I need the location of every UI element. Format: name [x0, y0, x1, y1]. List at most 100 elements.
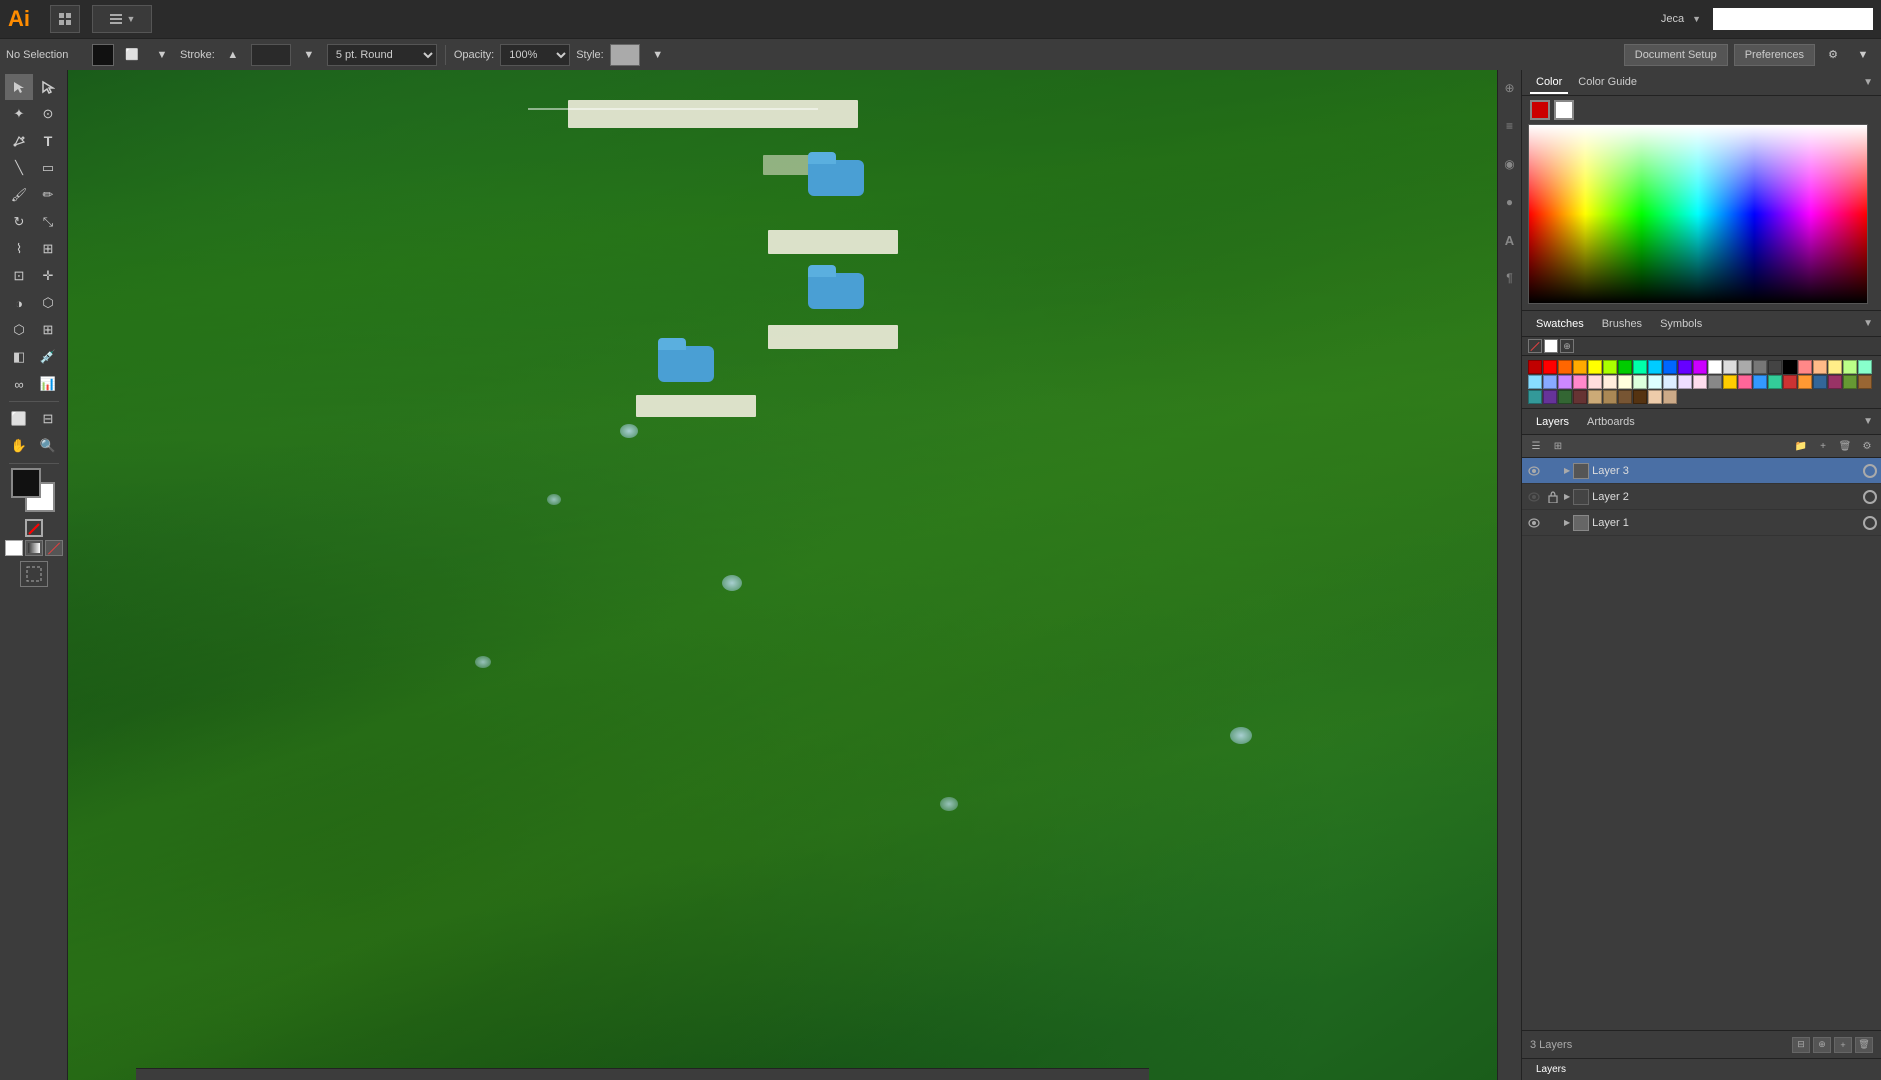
paintbrush-tool[interactable]: 🖌 — [5, 182, 33, 208]
type-tool[interactable]: T — [34, 128, 62, 154]
line-tool[interactable]: ╲ — [5, 155, 33, 181]
eyedropper-tool[interactable]: 💉 — [34, 344, 62, 370]
preferences-button[interactable]: Preferences — [1734, 44, 1815, 66]
swatch-item-37[interactable] — [1738, 375, 1752, 389]
color-guide-tab[interactable]: Color Guide — [1572, 72, 1643, 94]
layer-3-eye[interactable] — [1526, 463, 1542, 479]
swatch-item-26[interactable] — [1573, 375, 1587, 389]
width-tool[interactable]: ⊞ — [34, 236, 62, 262]
layers-new-layer-footer-btn[interactable]: + — [1834, 1037, 1852, 1053]
mesh-tool[interactable]: ⊞ — [34, 317, 62, 343]
swatch-item-47[interactable] — [1543, 390, 1557, 404]
swatch-item-43[interactable] — [1828, 375, 1842, 389]
slice-tool[interactable]: ⊟ — [34, 406, 62, 432]
canvas-folder-3[interactable] — [658, 338, 714, 382]
hand-tool[interactable]: ✋ — [5, 433, 33, 459]
selection-tool[interactable] — [5, 74, 33, 100]
swatch-item-14[interactable] — [1738, 360, 1752, 374]
direct-selection-tool[interactable] — [34, 74, 62, 100]
canvas-rect-3[interactable] — [768, 230, 898, 254]
swatch-item-12[interactable] — [1708, 360, 1722, 374]
swatch-item-55[interactable] — [1663, 390, 1677, 404]
swatch-item-31[interactable] — [1648, 375, 1662, 389]
swatch-item-5[interactable] — [1603, 360, 1617, 374]
swatch-item-9[interactable] — [1663, 360, 1677, 374]
layers-bottom-label[interactable]: Layers — [1530, 1060, 1572, 1079]
scale-tool[interactable]: ⤡ — [34, 209, 62, 235]
style-arrow-btn[interactable]: ▼ — [646, 44, 670, 66]
layer-3-arrow[interactable]: ▶ — [1564, 466, 1570, 475]
canvas-folder-1[interactable] — [808, 152, 864, 196]
color-tab[interactable]: Color — [1530, 72, 1568, 94]
swatch-item-19[interactable] — [1813, 360, 1827, 374]
layer-row-1[interactable]: ▶ Layer 1 — [1522, 510, 1881, 536]
swatch-reg-btn[interactable]: ⊕ — [1560, 339, 1574, 353]
swatch-item-18[interactable] — [1798, 360, 1812, 374]
perspective-tool[interactable]: ⬡ — [5, 317, 33, 343]
layers-delete-footer-btn[interactable]: 🗑 — [1855, 1037, 1873, 1053]
canvas-rect-4[interactable] — [768, 325, 898, 349]
swatch-none-btn[interactable] — [1528, 339, 1542, 353]
swatch-item-10[interactable] — [1678, 360, 1692, 374]
swatch-item-29[interactable] — [1618, 375, 1632, 389]
rotate-tool[interactable]: ↻ — [5, 209, 33, 235]
layer-row-3[interactable]: ▶ Layer 3 — [1522, 458, 1881, 484]
layer-2-lock[interactable] — [1545, 489, 1561, 505]
swatch-item-6[interactable] — [1618, 360, 1632, 374]
free-transform-tool[interactable]: ⊡ — [5, 263, 33, 289]
layer-3-target[interactable] — [1863, 464, 1877, 478]
swatch-item-13[interactable] — [1723, 360, 1737, 374]
swatch-item-16[interactable] — [1768, 360, 1782, 374]
fill-arrow-btn[interactable]: ▼ — [150, 44, 174, 66]
layer-row-2[interactable]: ▶ Layer 2 — [1522, 484, 1881, 510]
panel-options-btn[interactable]: ▼ — [1851, 44, 1875, 66]
layer-2-eye[interactable] — [1526, 489, 1542, 505]
canvas-horizontal-scrollbar[interactable] — [136, 1068, 1149, 1080]
layers-thumbnail-btn[interactable]: ⊞ — [1548, 437, 1568, 455]
swatch-item-1[interactable] — [1543, 360, 1557, 374]
canvas-rect-5[interactable] — [636, 395, 756, 417]
swatch-item-17[interactable] — [1783, 360, 1797, 374]
color-mode-none[interactable] — [45, 540, 63, 556]
color-spectrum[interactable] — [1528, 124, 1868, 304]
swatch-item-15[interactable] — [1753, 360, 1767, 374]
transform-panel-icon[interactable]: ⊕ — [1500, 78, 1520, 98]
layers-options-btn[interactable]: ⚙ — [1857, 437, 1877, 455]
swatch-item-7[interactable] — [1633, 360, 1647, 374]
bar-graph-tool[interactable]: 📊 — [34, 371, 62, 397]
layer-1-eye[interactable] — [1526, 515, 1542, 531]
swatch-item-39[interactable] — [1768, 375, 1782, 389]
stroke-input[interactable] — [251, 44, 291, 66]
layers-new-folder-btn[interactable]: 📁 — [1791, 437, 1811, 455]
pen-tool[interactable] — [5, 128, 33, 154]
opacity-select[interactable]: 100% — [500, 44, 570, 66]
layers-list-view-btn[interactable]: ☰ — [1526, 437, 1546, 455]
swatch-item-44[interactable] — [1843, 375, 1857, 389]
appearance-panel-icon[interactable]: ● — [1500, 192, 1520, 212]
swatch-item-8[interactable] — [1648, 360, 1662, 374]
layer-1-arrow[interactable]: ▶ — [1564, 518, 1570, 527]
brushes-tab[interactable]: Brushes — [1596, 314, 1648, 334]
pathfinder-panel-icon[interactable]: ◉ — [1500, 154, 1520, 174]
swatch-item-3[interactable] — [1573, 360, 1587, 374]
swatch-item-54[interactable] — [1648, 390, 1662, 404]
swatch-item-27[interactable] — [1588, 375, 1602, 389]
swatch-item-30[interactable] — [1633, 375, 1647, 389]
blend-tool[interactable]: ∞ — [5, 371, 33, 397]
swatch-item-41[interactable] — [1798, 375, 1812, 389]
swatch-item-52[interactable] — [1618, 390, 1632, 404]
live-paint-tool[interactable]: ⬡ — [34, 290, 62, 316]
artboard-tool[interactable]: ⬜ — [5, 406, 33, 432]
swatch-item-28[interactable] — [1603, 375, 1617, 389]
draw-inside-btn[interactable] — [20, 561, 48, 587]
canvas-area[interactable]: Scr 2017 — [68, 70, 1521, 1080]
bg-color-indicator[interactable] — [1554, 100, 1574, 120]
layers-tab[interactable]: Layers — [1530, 412, 1575, 432]
fill-color-box[interactable] — [92, 44, 114, 66]
shape-builder-tool[interactable]: ◑ — [5, 290, 33, 316]
swatch-item-21[interactable] — [1843, 360, 1857, 374]
magic-wand-tool[interactable]: ✦ — [5, 101, 33, 127]
stroke-down-btn[interactable]: ▼ — [297, 44, 321, 66]
user-dropdown-arrow[interactable]: ▼ — [1692, 14, 1701, 24]
symbols-tab[interactable]: Symbols — [1654, 314, 1708, 334]
